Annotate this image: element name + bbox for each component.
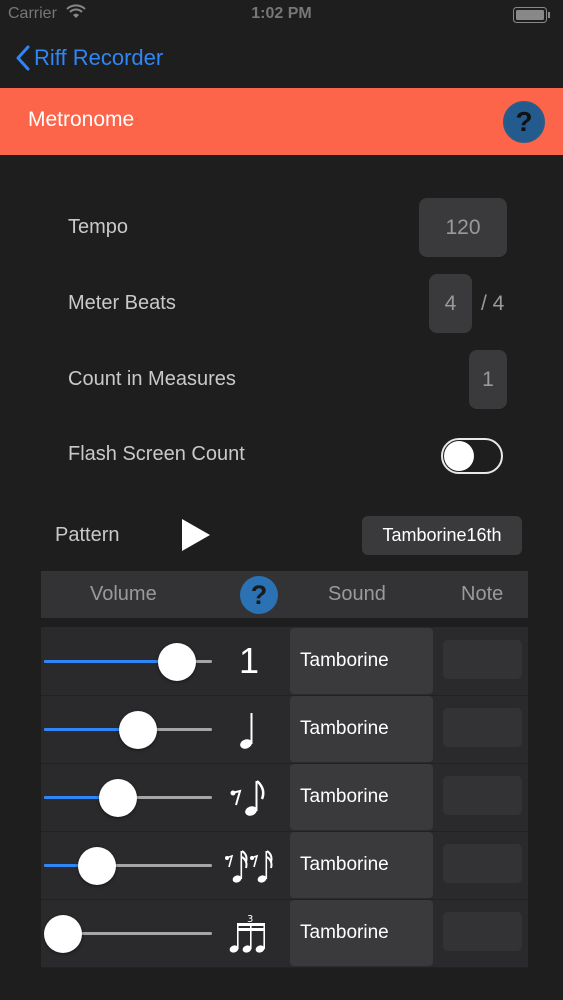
back-button-label: Riff Recorder	[34, 45, 164, 70]
note-field[interactable]	[443, 912, 522, 951]
volume-slider-fill	[44, 660, 178, 663]
meter-beats-label: Meter Beats	[68, 292, 176, 314]
back-button[interactable]: Riff Recorder	[16, 42, 163, 74]
tempo-field[interactable]: 120	[419, 198, 507, 257]
volume-slider-thumb[interactable]	[119, 711, 158, 749]
sound-header: Sound	[328, 583, 386, 605]
status-bar: Carrier 1:02 PM	[0, 0, 563, 30]
sound-table: 1 Tamborine Tamborine Tamborine Tamborin…	[41, 627, 528, 968]
count-in-label: Count in Measures	[68, 368, 236, 390]
toggle-knob	[444, 441, 474, 471]
triplet-note-icon: 3	[224, 911, 274, 955]
volume-slider[interactable]	[44, 864, 212, 867]
note-field[interactable]	[443, 640, 522, 679]
note-field[interactable]	[443, 708, 522, 747]
flash-screen-label: Flash Screen Count	[68, 443, 245, 465]
volume-slider-thumb[interactable]	[77, 847, 116, 885]
pattern-select-button[interactable]: Tamborine16th	[362, 516, 522, 555]
pattern-label: Pattern	[55, 524, 120, 546]
table-row: Tamborine	[41, 695, 528, 764]
sound-select-button[interactable]: Tamborine	[290, 832, 433, 898]
help-button[interactable]: ?	[503, 101, 545, 143]
tempo-label: Tempo	[68, 216, 129, 238]
sound-select-button[interactable]: Tamborine	[290, 900, 433, 966]
table-header: Volume ? Sound Note	[41, 571, 528, 618]
meter-denominator: / 4	[481, 292, 505, 315]
note-header: Note	[461, 583, 504, 605]
volume-slider-thumb[interactable]	[98, 779, 137, 817]
table-row: Tamborine	[41, 831, 528, 900]
eighth-note-icon	[224, 775, 274, 819]
whole-note-icon: 1	[238, 640, 260, 681]
battery-icon	[513, 7, 551, 23]
count-in-field[interactable]: 1	[469, 350, 507, 409]
meter-beats-field[interactable]: 4	[429, 274, 472, 333]
volume-help-button[interactable]: ?	[240, 576, 278, 614]
volume-header: Volume	[90, 583, 157, 605]
note-field[interactable]	[443, 844, 522, 883]
page-title: Metronome	[28, 108, 135, 131]
volume-slider-thumb[interactable]	[44, 915, 82, 953]
clock: 1:02 PM	[251, 5, 312, 22]
metronome-header: Metronome ?	[0, 88, 563, 155]
play-icon[interactable]	[180, 518, 212, 557]
table-row: Tamborine	[41, 763, 528, 832]
sound-select-button[interactable]: Tamborine	[290, 764, 433, 830]
volume-slider-thumb[interactable]	[158, 643, 197, 681]
note-field[interactable]	[443, 776, 522, 815]
chevron-left-icon	[16, 45, 30, 71]
table-row: 3 Tamborine	[41, 899, 528, 968]
sixteenth-note-icon	[224, 843, 274, 887]
table-row: 1 Tamborine	[41, 627, 528, 696]
sound-select-button[interactable]: Tamborine	[290, 696, 433, 762]
sound-select-button[interactable]: Tamborine	[290, 628, 433, 694]
flash-screen-toggle[interactable]	[441, 438, 503, 474]
quarter-note-icon	[224, 707, 274, 751]
